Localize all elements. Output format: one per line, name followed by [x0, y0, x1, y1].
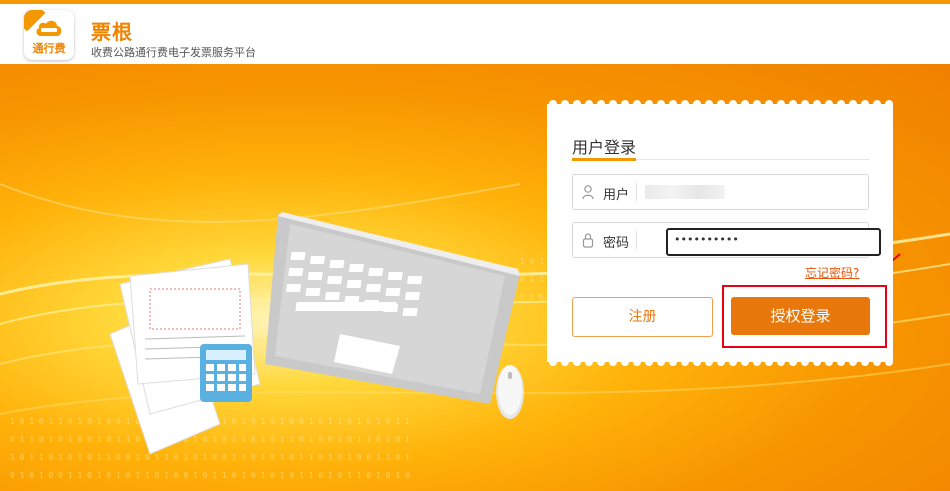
- svg-text:1 0 1 1 0 1 0 1 0 1 1 0 0 1 0: 1 0 1 1 0 1 0 1 0 1 1 0 0 1 0 1 1 0 1 0 …: [10, 453, 410, 462]
- mouse-image: [496, 365, 524, 419]
- svg-text:0 1 1 0 1 0 1 0 0 1 0 1 1 0 1: 0 1 1 0 1 0 1 0 0 1 0 1 1 0 1 0 1 0 0 1 …: [10, 435, 410, 444]
- register-button[interactable]: 注册: [572, 297, 713, 337]
- password-input[interactable]: ••••••••••: [666, 228, 881, 256]
- username-label: 用户: [603, 188, 630, 203]
- svg-text:0 1 0 1 0 0 1 1 0 1 0 1 0 1 1: 0 1 0 1 0 0 1 1 0 1 0 1 0 1 1 0 1 0 0 1 …: [10, 471, 410, 480]
- login-title: 用户登录: [572, 138, 637, 157]
- password-value: ••••••••••: [674, 233, 739, 246]
- authorize-login-button[interactable]: 授权登录: [731, 297, 870, 335]
- username-field[interactable]: 用户: [572, 174, 869, 210]
- forgot-password-link[interactable]: 忘记密码?: [805, 264, 859, 281]
- lock-icon: [582, 233, 594, 248]
- password-separator: [636, 231, 637, 249]
- app-logo[interactable]: 通行费: [24, 10, 74, 60]
- password-label: 密码: [603, 236, 630, 251]
- title-underline: [572, 158, 636, 161]
- password-field[interactable]: 密码 ••••••••••: [572, 222, 881, 258]
- brand-name: 票根: [91, 20, 133, 44]
- username-separator: [636, 183, 637, 201]
- username-value-redacted[interactable]: [645, 185, 725, 199]
- logo-text: 通行费: [32, 42, 66, 55]
- calculator-image: [200, 344, 252, 402]
- user-icon: [582, 185, 594, 200]
- cloud-icon: [36, 20, 62, 36]
- site-header: 通行费 票根 收费公路通行费电子发票服务平台: [0, 4, 950, 64]
- laptop-image: [265, 212, 520, 404]
- site-tagline: 收费公路通行费电子发票服务平台: [91, 46, 256, 59]
